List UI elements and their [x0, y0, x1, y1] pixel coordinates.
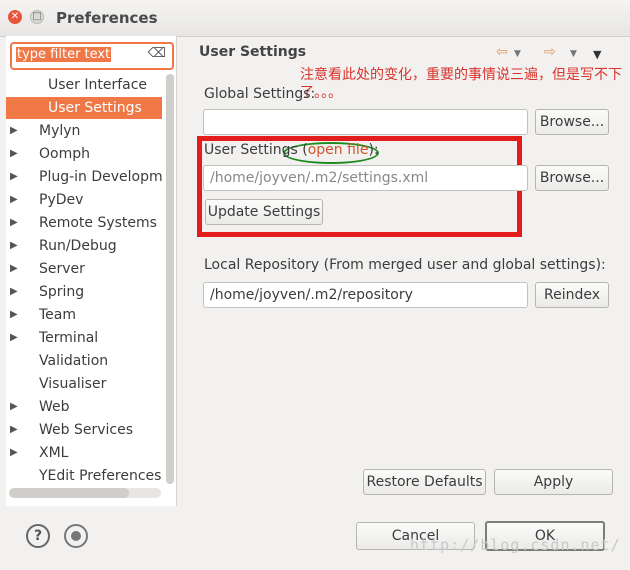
expand-arrow-icon[interactable]: ▶	[10, 442, 18, 464]
tree-item-label: Run/Debug	[39, 238, 117, 254]
restore-defaults-button[interactable]: Restore Defaults	[363, 469, 486, 495]
tree-item-label: Visualiser	[39, 376, 107, 392]
tree-item[interactable]: ▶ Plug-in Development	[6, 166, 162, 188]
record-icon[interactable]	[64, 524, 88, 548]
maximize-icon[interactable]: □	[30, 10, 44, 24]
user-settings-label-text: User Settings	[204, 142, 298, 158]
tree-item[interactable]: User Interface	[6, 74, 162, 96]
close-icon[interactable]: ✕	[8, 10, 22, 24]
help-icon[interactable]: ?	[26, 524, 50, 548]
tree-item[interactable]: ▶ Web Services	[6, 419, 162, 441]
update-settings-button[interactable]: Update Settings	[205, 199, 323, 225]
user-settings-label: User Settings (open file):	[204, 142, 379, 158]
clear-filter-icon[interactable]: ⌫	[148, 46, 166, 61]
forward-arrow-icon[interactable]: ⇨	[544, 44, 556, 60]
filter-placeholder: type filter text	[16, 47, 112, 62]
tree-item-label: Web Services	[39, 422, 134, 438]
title-bar: ✕ □ Preferences	[0, 0, 630, 37]
expand-arrow-icon[interactable]: ▶	[10, 281, 18, 303]
tree-item[interactable]: Validation	[6, 350, 162, 372]
tree-item-label: Oomph	[39, 146, 90, 162]
tree-item-label: Team	[39, 307, 77, 323]
filter-input[interactable]: type filter text ⌫	[10, 42, 174, 70]
global-browse-button[interactable]: Browse...	[535, 109, 609, 135]
tree-item-label: Server	[39, 261, 85, 277]
user-browse-button[interactable]: Browse...	[535, 165, 609, 191]
horizontal-scroll-thumb[interactable]	[9, 488, 129, 498]
tree-item-label: Remote Systems	[39, 215, 157, 231]
expand-arrow-icon[interactable]: ▶	[10, 166, 18, 188]
tree-item[interactable]: ▶ Web	[6, 396, 162, 418]
expand-arrow-icon[interactable]: ▶	[10, 396, 18, 418]
global-settings-label: Global Settings:	[204, 86, 316, 102]
tree-item[interactable]: ▶ Team	[6, 304, 162, 326]
tree-item[interactable]: User Settings	[6, 97, 162, 119]
watermark: http://blog.csdn.net/	[410, 536, 621, 554]
tree-item-label: Mylyn	[39, 123, 81, 139]
tree-item-label: Terminal	[39, 330, 99, 346]
local-repository-label: Local Repository (From merged user and g…	[204, 257, 606, 273]
tree-item-label: User Settings	[48, 100, 142, 116]
annotation-text: 注意看此处的变化，重要的事情说三遍，但是写不下了。。。	[300, 67, 622, 101]
tree-item-label: PyDev	[39, 192, 84, 208]
expand-arrow-icon[interactable]: ▶	[10, 419, 18, 441]
expand-arrow-icon[interactable]: ▶	[10, 327, 18, 349]
back-arrow-icon[interactable]: ⇦	[496, 44, 508, 60]
local-repository-field[interactable]: /home/joyven/.m2/repository	[203, 282, 528, 308]
open-file-link[interactable]: open file	[308, 142, 369, 158]
expand-arrow-icon[interactable]: ▶	[10, 258, 18, 280]
expand-arrow-icon[interactable]: ▶	[10, 235, 18, 257]
preference-tree-pane: type filter text ⌫ User Interface User Se…	[6, 36, 177, 506]
expand-arrow-icon[interactable]: ▶	[10, 189, 18, 211]
tree-item-label: Web	[39, 399, 70, 415]
back-menu-icon[interactable]: ▼	[514, 49, 521, 59]
expand-arrow-icon[interactable]: ▶	[10, 212, 18, 234]
tree-item-label: YEdit Preferences	[39, 468, 162, 484]
tree-item[interactable]: ▶ Server	[6, 258, 162, 280]
tree-item[interactable]: ▶ PyDev	[6, 189, 162, 211]
tree-item[interactable]: ▶ Terminal	[6, 327, 162, 349]
tree-item-label: User Interface	[48, 77, 148, 93]
expand-arrow-icon[interactable]: ▶	[10, 304, 18, 326]
expand-arrow-icon[interactable]: ▶	[10, 120, 18, 142]
horizontal-scrollbar[interactable]	[9, 488, 161, 498]
tree-item[interactable]: ▶ Oomph	[6, 143, 162, 165]
tree-item[interactable]: ▶ Remote Systems	[6, 212, 162, 234]
page-title: User Settings	[199, 44, 307, 60]
reindex-button[interactable]: Reindex	[535, 282, 609, 308]
tree-item[interactable]: Visualiser	[6, 373, 162, 395]
tree-item[interactable]: ▶ Spring	[6, 281, 162, 303]
user-settings-field[interactable]: /home/joyven/.m2/settings.xml	[203, 165, 528, 191]
tree-item[interactable]: ▶ Mylyn	[6, 120, 162, 142]
tree-item[interactable]: ▶ Run/Debug	[6, 235, 162, 257]
view-menu-icon[interactable]: ▼	[593, 48, 601, 61]
apply-button[interactable]: Apply	[494, 469, 613, 495]
tree-item-label: Plug-in Development	[39, 169, 162, 185]
window-title: Preferences	[56, 9, 158, 27]
tree-item[interactable]: ▶ XML	[6, 442, 162, 464]
vertical-scrollbar[interactable]	[166, 74, 174, 484]
forward-menu-icon[interactable]: ▼	[570, 49, 577, 59]
global-settings-field[interactable]	[203, 109, 528, 135]
tree-item-label: Validation	[39, 353, 109, 369]
tree-item[interactable]: YEdit Preferences	[6, 465, 162, 487]
expand-arrow-icon[interactable]: ▶	[10, 143, 18, 165]
vertical-scroll-thumb[interactable]	[166, 74, 174, 484]
tree-item-label: XML	[39, 445, 69, 461]
tree-item-label: Spring	[39, 284, 85, 300]
